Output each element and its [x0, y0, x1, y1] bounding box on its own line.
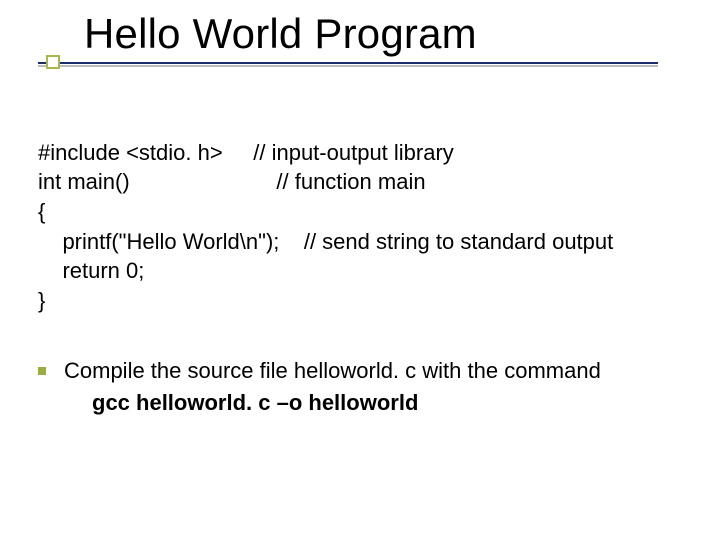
- bullet-subline: gcc helloworld. c –o helloworld: [92, 388, 601, 418]
- slide: Hello World Program #include <stdio. h> …: [0, 0, 720, 540]
- bullet-text: Compile the source file helloworld. c wi…: [64, 356, 601, 417]
- title-underline: [38, 62, 658, 64]
- code-line: #include <stdio. h> // input-output libr…: [38, 140, 454, 165]
- slide-title: Hello World Program: [38, 10, 700, 58]
- slide-body: #include <stdio. h> // input-output libr…: [38, 108, 692, 421]
- code-line: int main() // function main: [38, 169, 426, 194]
- code-line: {: [38, 199, 45, 224]
- bullet-list: Compile the source file helloworld. c wi…: [38, 356, 692, 417]
- bullet-line: Compile the source file helloworld. c wi…: [64, 358, 601, 383]
- list-item: Compile the source file helloworld. c wi…: [38, 356, 692, 417]
- code-line: printf("Hello World\n"); // send string …: [38, 229, 613, 254]
- title-area: Hello World Program: [38, 10, 700, 58]
- title-square-icon: [46, 55, 60, 69]
- bullet-icon: [38, 367, 46, 375]
- code-block: #include <stdio. h> // input-output libr…: [38, 108, 692, 316]
- code-line: return 0;: [38, 258, 144, 283]
- code-line: }: [38, 288, 45, 313]
